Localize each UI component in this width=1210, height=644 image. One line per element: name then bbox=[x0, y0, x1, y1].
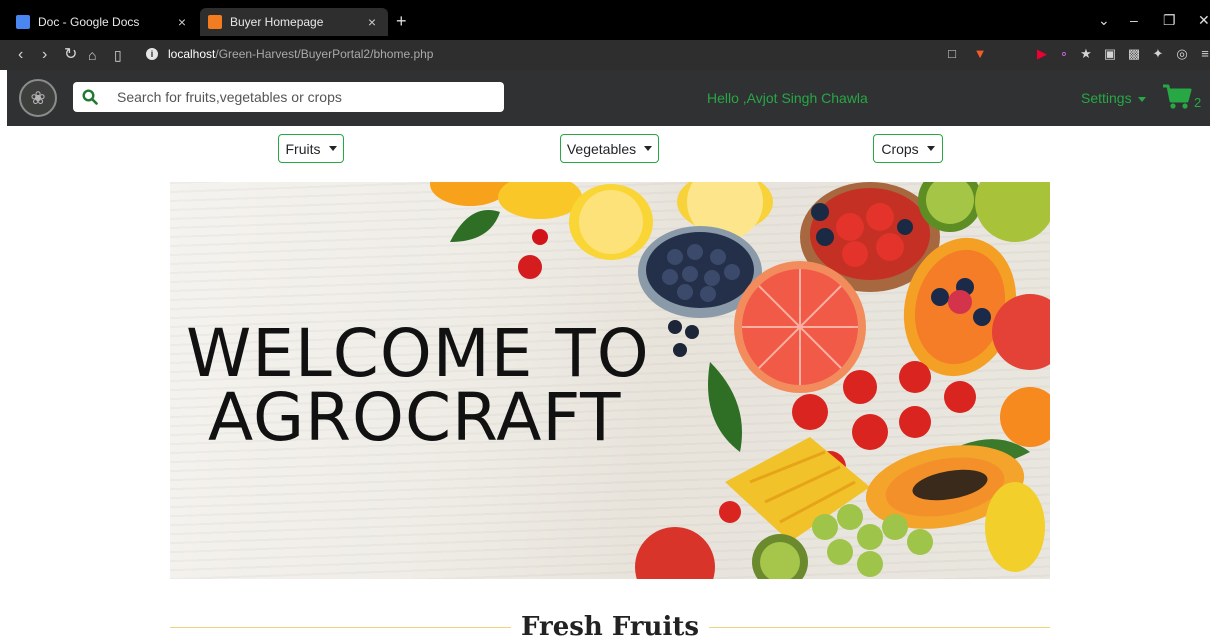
tab-close-icon[interactable]: × bbox=[364, 14, 380, 30]
minimize-icon[interactable]: – bbox=[1130, 12, 1138, 28]
menu-icon[interactable]: ≡ bbox=[1197, 46, 1210, 62]
tab-google-docs[interactable]: Doc - Google Docs × bbox=[8, 8, 198, 36]
reload-icon[interactable]: ↻ bbox=[64, 44, 77, 66]
puzzle-icon[interactable]: ★ bbox=[1078, 46, 1094, 62]
tab-title: Doc - Google Docs bbox=[38, 15, 140, 29]
user-greeting: Hello ,Avjot Singh Chawla bbox=[707, 90, 868, 106]
back-icon[interactable]: ‹ bbox=[18, 44, 23, 66]
home-icon[interactable]: ⌂ bbox=[88, 44, 96, 66]
caret-down-icon bbox=[644, 146, 653, 151]
tab-buyer-homepage[interactable]: Buyer Homepage × bbox=[200, 8, 388, 36]
window-close-icon[interactable]: ✕ bbox=[1198, 12, 1210, 29]
fruits-label: Fruits bbox=[285, 140, 321, 157]
browser-tab-bar: Doc - Google Docs × Buyer Homepage × + ⌄… bbox=[0, 0, 1210, 40]
tab-title: Buyer Homepage bbox=[230, 15, 324, 29]
caret-down-icon bbox=[926, 146, 935, 151]
forward-icon[interactable]: › bbox=[42, 44, 47, 66]
agrocraft-logo[interactable]: ❀ bbox=[19, 79, 57, 117]
tab-list-chevron-icon[interactable]: ⌄ bbox=[1098, 12, 1110, 29]
site-info-icon[interactable]: i bbox=[146, 48, 158, 60]
search-input[interactable] bbox=[107, 82, 504, 112]
sidebar-icon[interactable]: ▣ bbox=[1102, 46, 1118, 62]
hero-banner: WELCOME TO AGROCRAFT bbox=[170, 182, 1050, 579]
wallet-icon[interactable]: ▩ bbox=[1126, 46, 1142, 62]
divider-right bbox=[708, 626, 1050, 628]
url-path: /Green-Harvest/BuyerPortal2/bhome.php bbox=[215, 47, 434, 61]
caret-down-icon bbox=[328, 146, 337, 151]
vpn-icon[interactable]: ◎ bbox=[1174, 46, 1190, 62]
hero-headline: WELCOME TO AGROCRAFT bbox=[186, 315, 650, 456]
crops-dropdown[interactable]: Crops bbox=[873, 134, 943, 163]
extension-icon[interactable]: ∘ bbox=[1056, 46, 1072, 62]
new-tab-button[interactable]: + bbox=[396, 12, 407, 30]
cart-icon bbox=[1163, 84, 1192, 109]
brave-shield-icon[interactable]: ▼ bbox=[972, 46, 988, 62]
caret-down-icon bbox=[1137, 96, 1146, 102]
settings-dropdown[interactable]: Settings bbox=[1081, 90, 1146, 106]
settings-label: Settings bbox=[1081, 90, 1132, 106]
xampp-icon bbox=[208, 15, 222, 29]
url-field[interactable]: i localhost /Green-Harvest/BuyerPortal2/… bbox=[146, 47, 433, 61]
cart-button[interactable]: 2 bbox=[1162, 84, 1201, 110]
hero-headline-line1: WELCOME TO bbox=[186, 315, 650, 392]
site-navbar: ❀ Hello ,Avjot Singh Chawla Settings 2 bbox=[7, 70, 1210, 126]
fresh-fruits-section-header: Fresh Fruits bbox=[170, 610, 1050, 644]
share-icon[interactable]: □ bbox=[944, 46, 960, 62]
fruits-dropdown[interactable]: Fruits bbox=[278, 134, 344, 163]
restore-icon[interactable]: ❐ bbox=[1163, 12, 1176, 29]
google-docs-icon bbox=[16, 15, 30, 29]
url-host: localhost bbox=[168, 47, 216, 61]
section-title: Fresh Fruits bbox=[521, 612, 699, 642]
bookmark-icon[interactable]: ▯ bbox=[114, 44, 122, 66]
crops-label: Crops bbox=[881, 140, 919, 157]
cart-count-badge: 2 bbox=[1194, 95, 1202, 110]
vegetables-dropdown[interactable]: Vegetables bbox=[560, 134, 659, 163]
leo-icon[interactable]: ✦ bbox=[1150, 46, 1166, 62]
hero-headline-line2: AGROCRAFT bbox=[208, 379, 622, 456]
search-button[interactable] bbox=[73, 82, 107, 112]
divider-left bbox=[170, 626, 512, 628]
tab-close-icon[interactable]: × bbox=[174, 14, 190, 30]
search-icon bbox=[82, 89, 98, 105]
vegetables-label: Vegetables bbox=[566, 140, 637, 157]
youtube-extension-icon[interactable]: ▶ bbox=[1034, 46, 1050, 62]
address-bar: ‹ › ↻ ⌂ ▯ i localhost /Green-Harvest/Buy… bbox=[0, 40, 1210, 70]
